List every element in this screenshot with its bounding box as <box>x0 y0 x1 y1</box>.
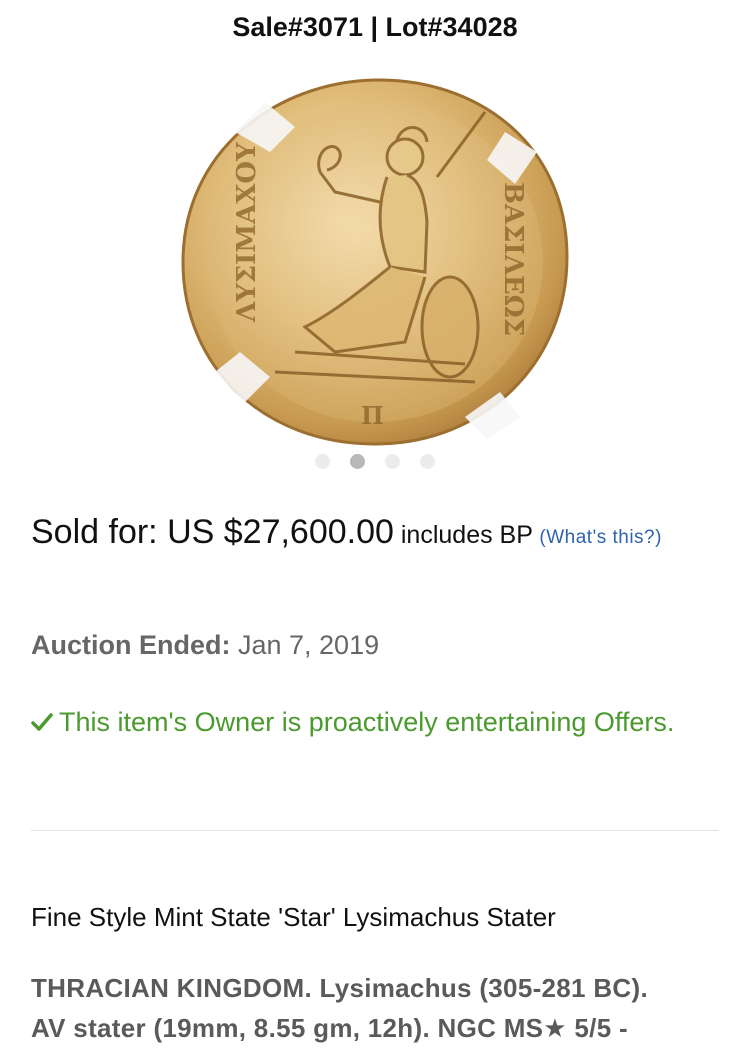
sold-label: Sold for: <box>31 513 168 551</box>
description-line: THRACIAN KINGDOM. Lysimachus (305-281 BC… <box>31 973 648 1003</box>
auction-ended: Auction Ended: Jan 7, 2019 <box>31 630 379 661</box>
carousel-dot-active[interactable] <box>350 453 365 469</box>
divider <box>31 830 719 831</box>
offers-text: This item's Owner is proactively enterta… <box>59 707 675 737</box>
auction-ended-date: Jan 7, 2019 <box>230 630 380 660</box>
carousel-dot[interactable] <box>315 453 330 469</box>
whats-this-link[interactable]: (What's this?) <box>539 527 662 548</box>
svg-text:ΒΑΣΙΛΕΩΣ: ΒΑΣΙΛΕΩΣ <box>498 182 528 336</box>
sold-amount: US $27,600.00 <box>167 513 394 551</box>
price-block: Sold for: US $27,600.00 includes BP (Wha… <box>31 510 721 561</box>
bp-note: includes BP <box>393 521 540 549</box>
carousel-dot[interactable] <box>385 453 400 469</box>
svg-text:Π: Π <box>361 401 384 430</box>
checkmark-icon <box>31 713 53 731</box>
carousel-dot[interactable] <box>420 453 435 469</box>
description-line: AV stater (19mm, 8.55 gm, 12h). NGC MS★ … <box>31 1013 628 1043</box>
auction-ended-label: Auction Ended: <box>31 630 231 660</box>
carousel-dots[interactable] <box>0 452 750 470</box>
offers-notice: This item's Owner is proactively enterta… <box>31 702 721 742</box>
page-title: Sale#3071 | Lot#34028 <box>232 12 518 42</box>
lot-title: Fine Style Mint State 'Star' Lysimachus … <box>31 902 556 932</box>
lot-description: THRACIAN KINGDOM. Lysimachus (305-281 BC… <box>31 968 731 1048</box>
svg-text:ΛΥΣΙΜΑΧΟΥ: ΛΥΣΙΜΑΧΟΥ <box>232 142 262 323</box>
coin-image[interactable]: ΛΥΣΙΜΑΧΟΥ ΒΑΣΙΛΕΩΣ Π <box>175 72 575 452</box>
coin-image-gallery[interactable]: ΛΥΣΙΜΑΧΟΥ ΒΑΣΙΛΕΩΣ Π <box>0 72 750 452</box>
